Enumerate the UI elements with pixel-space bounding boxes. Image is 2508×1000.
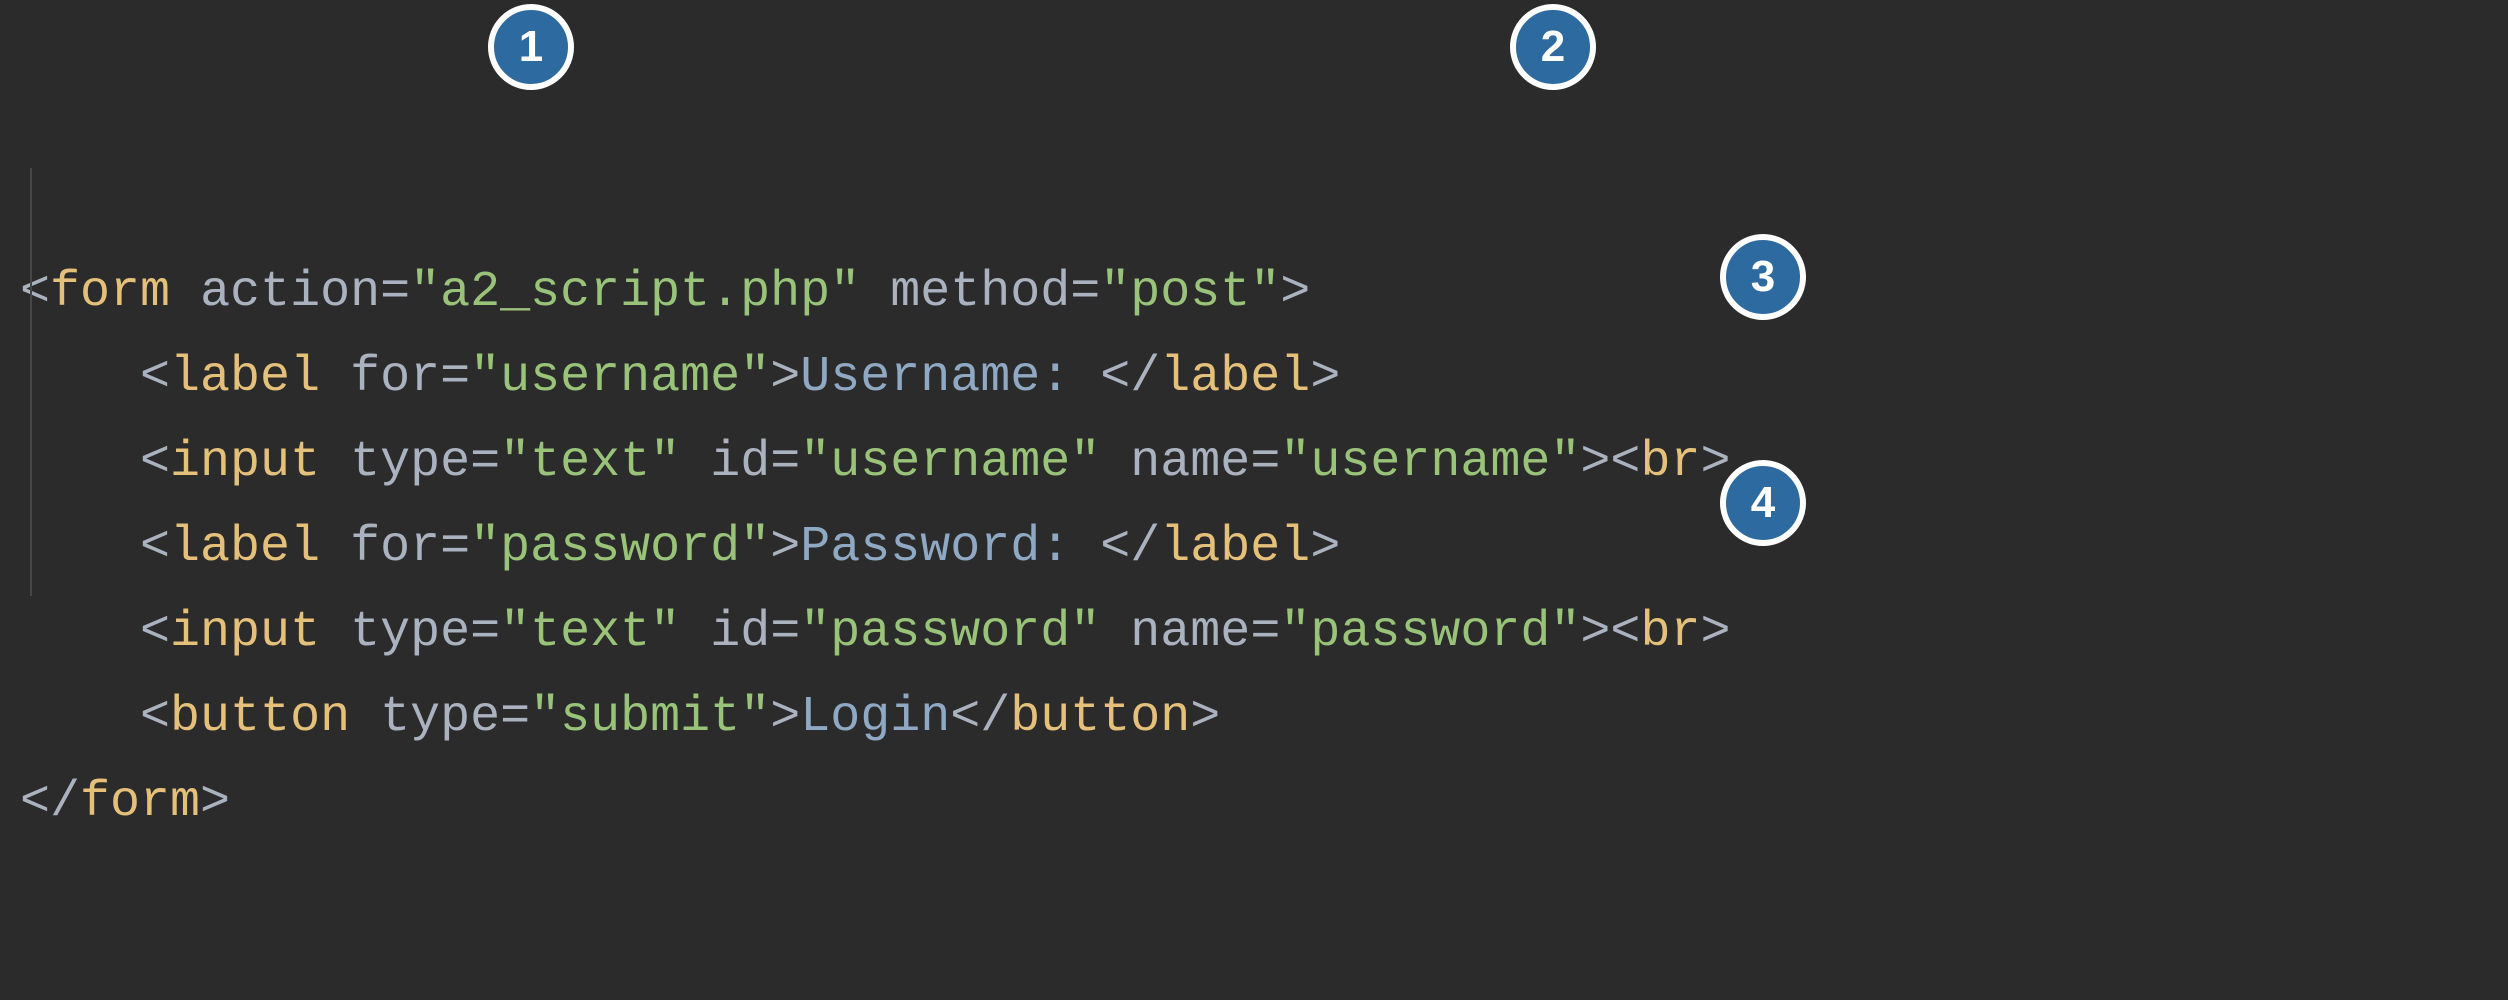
annotation-badge-2: 2 [1510,4,1596,90]
code-line-6: <button type="submit">Login</button> [20,689,1220,746]
annotation-badge-1: 1 [488,4,574,90]
indent-guide [30,168,32,596]
code-line-1: <form action="a2_script.php" method="pos… [20,264,1310,321]
code-line-7: </form> [20,774,230,831]
code-snippet: <form action="a2_script.php" method="pos… [0,0,2508,865]
code-line-2: <label for="username">Username: </label> [20,349,1340,406]
annotation-badge-3: 3 [1720,234,1806,320]
code-line-4: <label for="password">Password: </label> [20,519,1340,576]
code-line-5: <input type="text" id="password" name="p… [20,604,1730,661]
code-line-3: <input type="text" id="username" name="u… [20,434,1730,491]
annotation-badge-4: 4 [1720,460,1806,546]
